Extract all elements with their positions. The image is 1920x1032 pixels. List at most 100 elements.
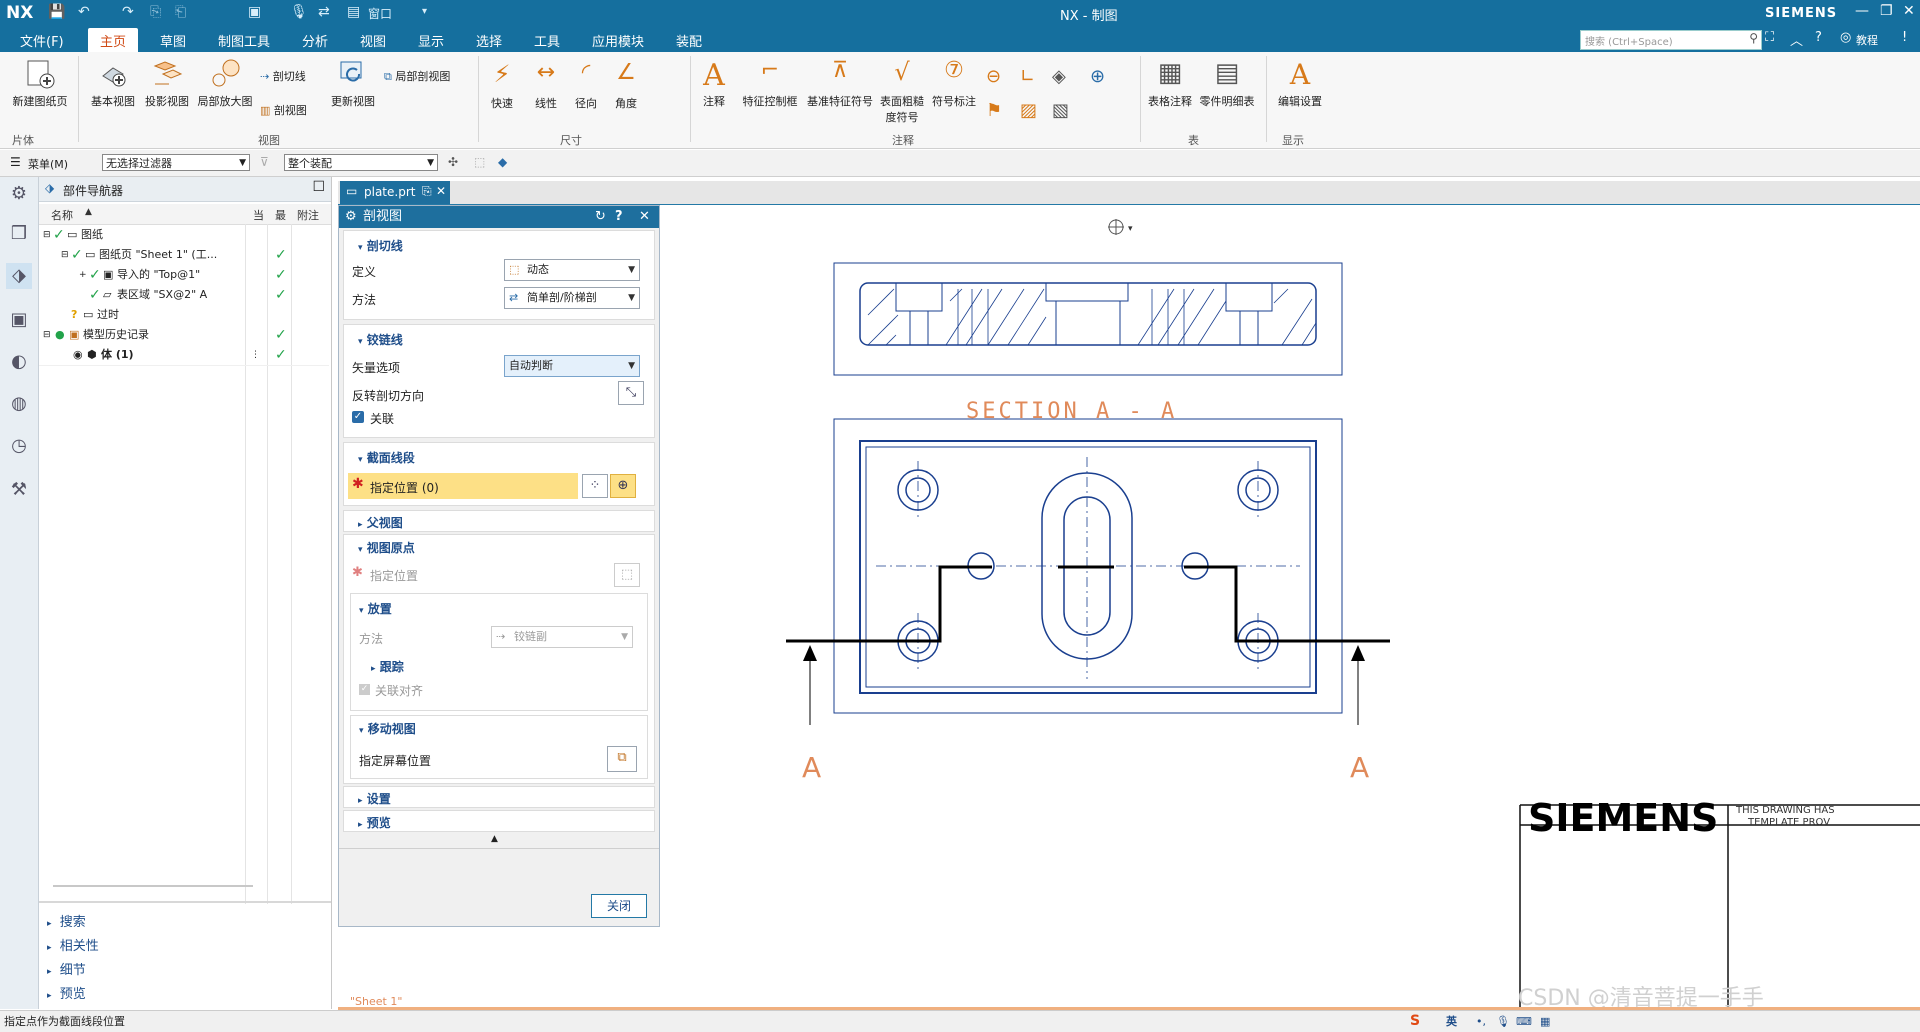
tab-tools[interactable]: 工具: [534, 31, 560, 50]
column-current[interactable]: 当: [253, 207, 264, 223]
group-header-move-view[interactable]: ▾ 移动视图: [359, 720, 416, 737]
tab-sketch[interactable]: 草图: [160, 31, 186, 50]
group-header-placement[interactable]: ▾ 放置: [359, 600, 392, 617]
eye-icon[interactable]: ◉: [73, 345, 83, 365]
method-dropdown[interactable]: ⇄ 简单剖/阶梯剖 ▼: [504, 287, 640, 309]
selection-scope-dropdown[interactable]: 整个装配 ▼: [284, 154, 438, 171]
parent-view-group[interactable]: ▸ 父视图: [343, 510, 655, 532]
help-icon[interactable]: ?: [1815, 30, 1822, 45]
hd3d-icon[interactable]: ◐: [6, 349, 32, 375]
layer-icon[interactable]: ▣: [248, 4, 261, 20]
tab-drafting-tools[interactable]: 制图工具: [218, 31, 270, 50]
target-point-icon[interactable]: ∟: [1020, 66, 1035, 87]
reuse-library-icon[interactable]: ▣: [6, 307, 32, 333]
ime-apps-icon[interactable]: ▦: [1540, 1011, 1550, 1032]
tabular-note-button[interactable]: ▦ 表格注释: [1144, 58, 1196, 109]
dialog-settings-icon[interactable]: ⚙: [345, 206, 357, 228]
collapse-dialog-icon[interactable]: ▲: [491, 834, 498, 844]
group-header-hinge-line[interactable]: ▾ 铰链线: [358, 331, 403, 348]
point-snap-icon[interactable]: ◆: [498, 155, 507, 169]
snap-point-icon[interactable]: ▾: [1108, 219, 1133, 235]
tree-node-drawing[interactable]: ⊟ ✓ ▭ 图纸: [39, 225, 329, 245]
tab-applications[interactable]: 应用模块: [592, 31, 644, 50]
edit-settings-button[interactable]: A 编辑设置: [1272, 58, 1328, 109]
tree-node-body[interactable]: ◉ ⬢ 体 (1) ⋮ ✓: [39, 345, 329, 365]
tree-node-region[interactable]: ✓ ▱ 表区域 "SX@2" A ✓: [39, 285, 329, 305]
history-icon[interactable]: ◷: [6, 433, 32, 459]
tree-node-model-history[interactable]: ⊟ ● ▣ 模型历史记录 ✓: [39, 325, 329, 345]
update-view-button[interactable]: 更新视图: [326, 58, 380, 109]
close-tab-icon[interactable]: ✕: [436, 184, 446, 198]
image-icon[interactable]: ▧: [1052, 100, 1069, 121]
undo-icon[interactable]: ↶: [78, 4, 90, 20]
close-button[interactable]: 关闭: [591, 894, 647, 918]
column-latest[interactable]: 最: [275, 207, 286, 223]
datum-feature-symbol-button[interactable]: ⊼ 基准特征符号: [802, 58, 878, 109]
panel-preview[interactable]: ▸ 预览: [47, 983, 86, 1002]
associative-align-checkbox[interactable]: ✓: [359, 684, 370, 695]
section-view-body[interactable]: [859, 282, 1317, 346]
search-input[interactable]: 搜索 (Ctrl+Space): [1585, 33, 1673, 48]
radial-dimension-button[interactable]: ◜ 径向: [566, 60, 606, 111]
placement-method-dropdown[interactable]: ⇢ 铰链副 ▼: [491, 626, 633, 648]
menu-icon[interactable]: ☰: [10, 155, 21, 169]
break-out-section-button[interactable]: ⧉ 局部剖视图: [384, 68, 450, 84]
paste-icon[interactable]: ⎗: [175, 4, 186, 20]
command-search[interactable]: 搜索 (Ctrl+Space) ⚲: [1580, 30, 1762, 50]
projected-view-button[interactable]: 投影视图: [140, 58, 194, 109]
detail-view-button[interactable]: 局部放大图: [194, 58, 256, 109]
assembly-navigator-icon[interactable]: ❒: [6, 221, 32, 247]
angular-dimension-button[interactable]: ∠ 角度: [606, 60, 646, 111]
screen-position-button[interactable]: ⧉: [607, 746, 637, 772]
menu-button[interactable]: 菜单(M): [28, 156, 68, 172]
redo-icon[interactable]: ↷: [122, 4, 134, 20]
file-menu[interactable]: 文件(F): [20, 31, 64, 50]
collapse-ribbon-icon[interactable]: ︿: [1790, 30, 1803, 49]
collapse-icon[interactable]: ⊟: [43, 225, 51, 245]
settings-group[interactable]: ▸ 设置: [343, 786, 655, 808]
window-icon[interactable]: ▤: [347, 4, 360, 20]
close-dialog-icon[interactable]: ✕: [639, 206, 650, 228]
save-icon[interactable]: 💾: [48, 4, 65, 20]
tutorial-icon[interactable]: ◎: [1840, 30, 1851, 45]
copy-icon[interactable]: ⎘: [150, 4, 161, 20]
group-header-preview[interactable]: ▸ 预览: [358, 814, 391, 831]
snap-icon[interactable]: ✣: [448, 155, 458, 169]
group-header-parent-view[interactable]: ▸ 父视图: [358, 514, 403, 531]
ime-language[interactable]: 英: [1446, 1011, 1457, 1032]
fill-icon[interactable]: ◈: [1052, 66, 1066, 87]
point-snap-button[interactable]: ⊕: [610, 474, 636, 498]
expand-icon[interactable]: +: [79, 265, 87, 285]
section-line[interactable]: [786, 565, 1390, 725]
roles-icon[interactable]: ⚒: [6, 477, 32, 503]
ime-keyboard-icon[interactable]: ⌨: [1516, 1011, 1532, 1032]
centerline-icon[interactable]: ⊕: [1090, 66, 1105, 87]
panel-search[interactable]: ▸ 搜索: [47, 911, 86, 930]
weld-symbol-icon[interactable]: ⊖: [986, 66, 1001, 87]
group-header-section-line[interactable]: ▾ 剖切线: [358, 237, 403, 254]
definition-dropdown[interactable]: ⬚ 动态 ▼: [504, 259, 640, 281]
vector-option-dropdown[interactable]: 自动判断 ▼: [504, 355, 640, 377]
tab-home[interactable]: 主页: [88, 28, 139, 55]
tutorial-link[interactable]: 教程: [1856, 32, 1878, 48]
tree-node-sheet[interactable]: ⊟ ✓ ▭ 图纸页 "Sheet 1" (工... ✓: [39, 245, 329, 265]
linear-dimension-button[interactable]: ↔ 线性: [526, 60, 566, 111]
panel-details[interactable]: ▸ 细节: [47, 959, 86, 978]
window-menu[interactable]: 窗口: [368, 5, 392, 22]
collapse-icon[interactable]: ⊟: [61, 245, 69, 265]
base-view-button[interactable]: 基本视图: [84, 58, 142, 109]
maximize-icon[interactable]: ☐: [312, 179, 325, 195]
minimize-button[interactable]: —: [1855, 3, 1869, 19]
close-window-button[interactable]: ✕: [1903, 3, 1915, 19]
column-name[interactable]: 名称: [51, 207, 73, 223]
fullscreen-icon[interactable]: ⛶: [1765, 30, 1774, 45]
associative-checkbox[interactable]: ✓: [352, 411, 364, 423]
alert-icon[interactable]: !: [1902, 30, 1907, 45]
help-icon[interactable]: ?: [615, 206, 623, 228]
panel-dependencies[interactable]: ▸ 相关性: [47, 935, 99, 954]
group-header-view-origin[interactable]: ▾ 视图原点: [358, 539, 415, 556]
part-navigator-icon[interactable]: ⬗: [6, 263, 32, 289]
microphone-icon[interactable]: 🎙: [290, 4, 308, 20]
touch-mode-icon[interactable]: ⇄: [318, 4, 330, 20]
settings-icon[interactable]: ⚙: [6, 181, 32, 207]
